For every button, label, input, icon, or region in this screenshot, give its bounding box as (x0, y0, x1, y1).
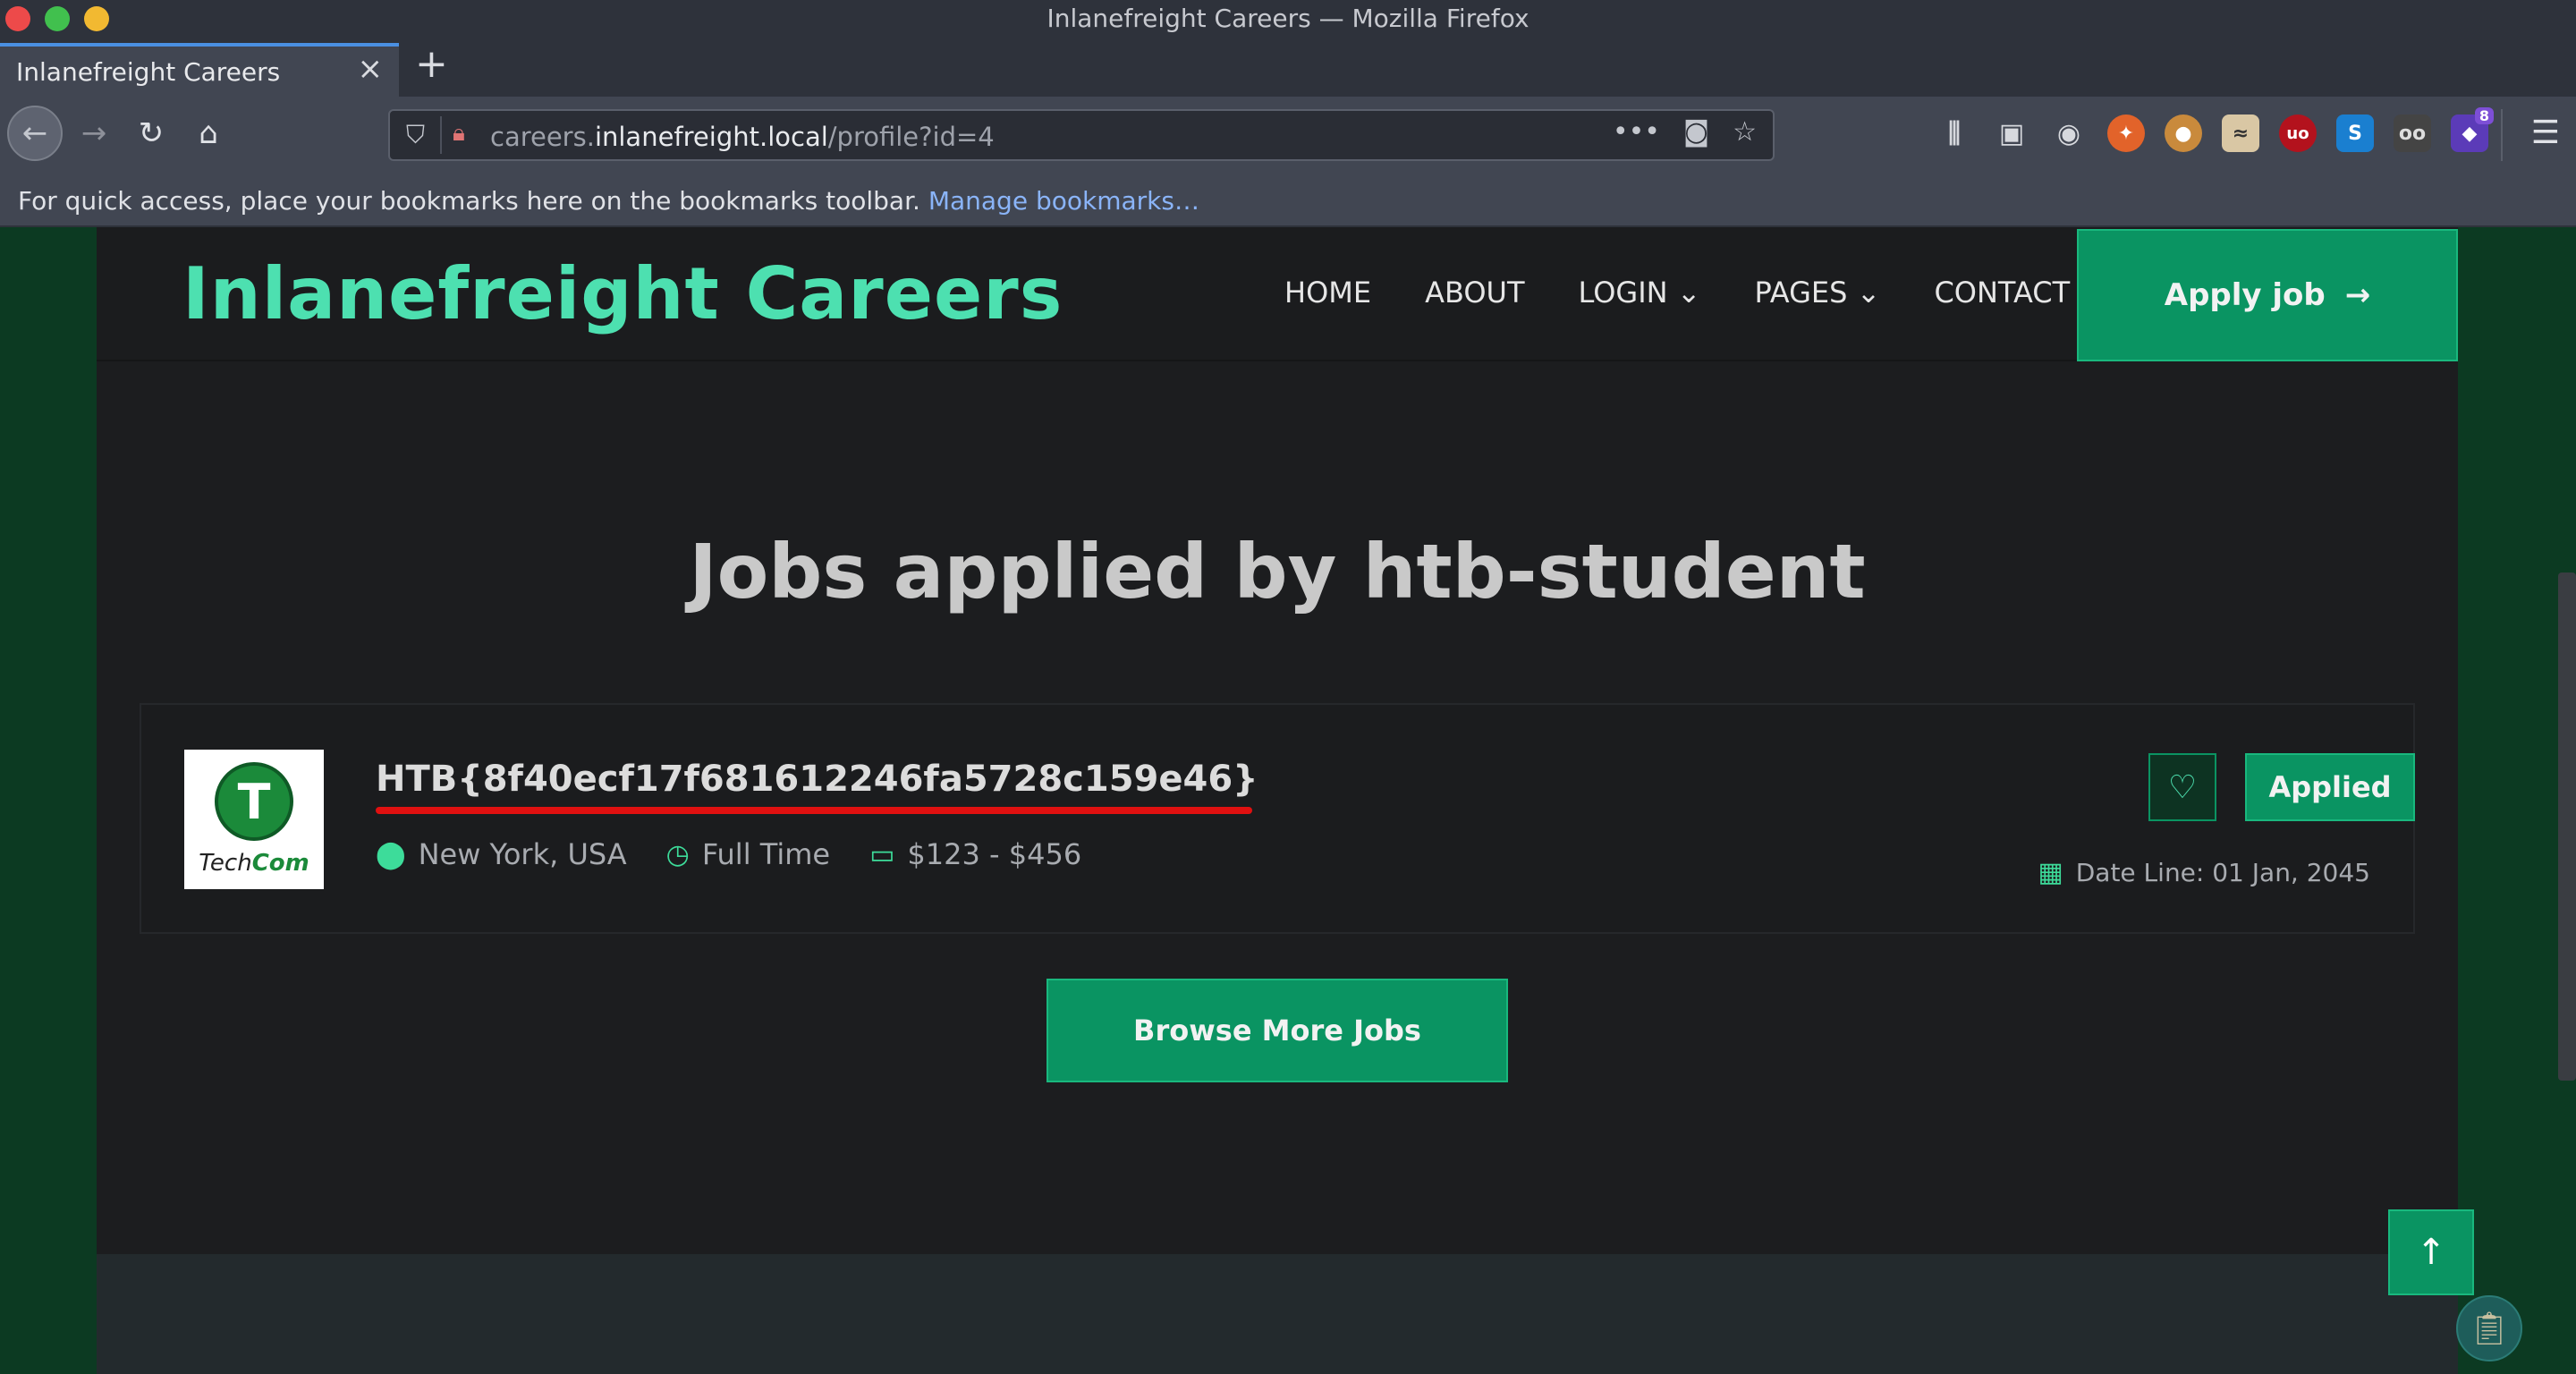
clock-icon: ◷ (665, 838, 690, 870)
job-title[interactable]: HTB{8f40ecf17f681612246fa5728c159e46} (376, 759, 1258, 800)
library-icon[interactable]: ⫼ (1936, 114, 1973, 152)
sidebar-icon[interactable]: ▣ (1993, 114, 2030, 152)
url-host: inlanefreight.local (594, 122, 828, 152)
apply-job-label: Apply job (2164, 277, 2326, 313)
url-actions: ••• ◙ ☆ (1613, 116, 1757, 148)
back-button[interactable]: ← (7, 106, 63, 161)
job-type-text: Full Time (701, 837, 831, 871)
site-brand[interactable]: Inlanefreight Careers (182, 252, 1063, 335)
job-dateline-text: Date Line: 01 Jan, 2045 (2075, 858, 2370, 887)
scrollbar-thumb[interactable] (2558, 572, 2576, 1081)
url-text[interactable]: careers.inlanefreight.local/profile?id=4 (490, 122, 995, 152)
url-separator (440, 116, 442, 154)
job-location: ⬤ New York, USA (376, 837, 627, 871)
job-meta: ⬤ New York, USA ◷ Full Time ▭ $123 - $45… (376, 837, 1081, 871)
menu-about[interactable]: ABOUT (1425, 276, 1524, 310)
tab-active[interactable]: Inlanefreight Careers × (0, 43, 399, 97)
extension-s-icon[interactable]: S (2336, 114, 2374, 152)
page-container: Inlanefreight Careers HOME ABOUT LOGIN ⌄… (97, 227, 2458, 1374)
reload-button[interactable]: ↻ (123, 106, 179, 161)
apply-job-button[interactable]: Apply job → (2077, 229, 2458, 361)
money-icon: ▭ (869, 838, 895, 870)
main-menu: HOME ABOUT LOGIN ⌄ PAGES ⌄ CONTACT (1284, 276, 2070, 310)
page-viewport: Inlanefreight Careers HOME ABOUT LOGIN ⌄… (0, 227, 2576, 1374)
pocket-icon[interactable]: ◙ (1683, 116, 1709, 148)
company-logo-name-a: Tech (199, 850, 252, 877)
footer-strip (97, 1254, 2458, 1374)
location-pin-icon: ⬤ (376, 838, 406, 870)
window-titlebar: Inlanefreight Careers — Mozilla Firefox (0, 0, 2576, 39)
hamburger-menu-icon[interactable]: ☰ (2531, 114, 2560, 151)
window-title: Inlanefreight Careers — Mozilla Firefox (1046, 4, 1530, 33)
company-logo-name-b: Com (251, 850, 309, 877)
extension-fox-icon[interactable]: ✦ (2107, 114, 2145, 152)
highlight-underline (376, 807, 1252, 814)
favorite-button[interactable]: ♡ (2148, 753, 2216, 821)
calendar-icon: ▦ (2038, 857, 2063, 888)
bookmarks-hint-text: For quick access, place your bookmarks h… (18, 186, 920, 216)
account-icon[interactable]: ◉ (2050, 114, 2088, 152)
job-card: T TechCom HTB{8f40ecf17f681612246fa5728c… (140, 703, 2415, 934)
company-logo-emblem-icon: T (215, 762, 293, 841)
tracking-shield-icon[interactable]: ⛉ (406, 120, 425, 150)
menu-home[interactable]: HOME (1284, 276, 1371, 310)
company-logo-mark: T (237, 774, 271, 830)
extension-glasses-icon[interactable]: oo (2394, 114, 2431, 152)
home-button[interactable]: ⌂ (181, 106, 236, 161)
url-path: /profile?id=4 (827, 122, 995, 152)
page-title: Jobs applied by htb-student (689, 528, 1866, 615)
url-bar[interactable]: ⛉ 🔒︎ careers.inlanefreight.local/profile… (388, 109, 1775, 161)
scroll-to-top-button[interactable]: ↑ (2388, 1209, 2474, 1295)
cookie-editor-icon[interactable]: ● (2165, 114, 2202, 152)
company-logo-name: TechCom (184, 850, 324, 877)
clipboard-button[interactable]: 📋︎ (2456, 1295, 2522, 1361)
new-tab-button[interactable]: + (415, 45, 448, 84)
bookmarks-toolbar: For quick access, place your bookmarks h… (0, 174, 2576, 227)
navigation-toolbar: ← → ↻ ⌂ ⛉ 🔒︎ careers.inlanefreight.local… (0, 97, 2576, 174)
extension-hat-icon[interactable]: ≈ (2222, 114, 2259, 152)
tab-close-icon[interactable]: × (358, 54, 384, 84)
tab-strip: Inlanefreight Careers × + (0, 39, 2576, 97)
heart-icon: ♡ (2167, 768, 2198, 806)
arrow-up-icon: ↑ (2416, 1232, 2446, 1273)
bookmarks-hint: For quick access, place your bookmarks h… (18, 186, 1199, 216)
menu-pages[interactable]: PAGES ⌄ (1755, 276, 1881, 310)
bookmark-star-icon[interactable]: ☆ (1733, 116, 1757, 148)
menu-login[interactable]: LOGIN ⌄ (1579, 276, 1701, 310)
extension-cube-icon[interactable]: ◆ 8 (2451, 107, 2494, 152)
job-location-text: New York, USA (418, 837, 627, 871)
browse-more-jobs-button[interactable]: Browse More Jobs (1046, 979, 1508, 1082)
job-salary: ▭ $123 - $456 (869, 837, 1081, 871)
manage-bookmarks-link[interactable]: Manage bookmarks… (928, 186, 1199, 216)
applied-button[interactable]: Applied (2245, 753, 2415, 821)
job-type: ◷ Full Time (666, 837, 830, 871)
url-prefix: careers. (490, 122, 595, 152)
tab-title: Inlanefreight Careers (16, 57, 281, 87)
menu-contact[interactable]: CONTACT (1934, 276, 2070, 310)
site-header: Inlanefreight Careers HOME ABOUT LOGIN ⌄… (97, 227, 2458, 361)
job-salary-text: $123 - $456 (907, 837, 1082, 871)
company-logo[interactable]: T TechCom (184, 750, 324, 889)
job-dateline: ▦ Date Line: 01 Jan, 2045 (2038, 857, 2370, 888)
page-actions-icon[interactable]: ••• (1613, 116, 1660, 148)
clipboard-icon: 📋︎ (2469, 1310, 2510, 1347)
ublock-icon[interactable]: uo (2279, 114, 2317, 152)
insecure-lock-icon[interactable]: 🔒︎ (453, 120, 465, 148)
arrow-right-icon: → (2344, 277, 2371, 313)
extension-badge: 8 (2474, 107, 2494, 124)
forward-button[interactable]: → (66, 106, 122, 161)
toolbar-divider (2501, 109, 2503, 161)
extension-toolbar: ⫼ ▣ ◉ ✦ ● ≈ uo S oo ◆ 8 (1936, 107, 2494, 152)
